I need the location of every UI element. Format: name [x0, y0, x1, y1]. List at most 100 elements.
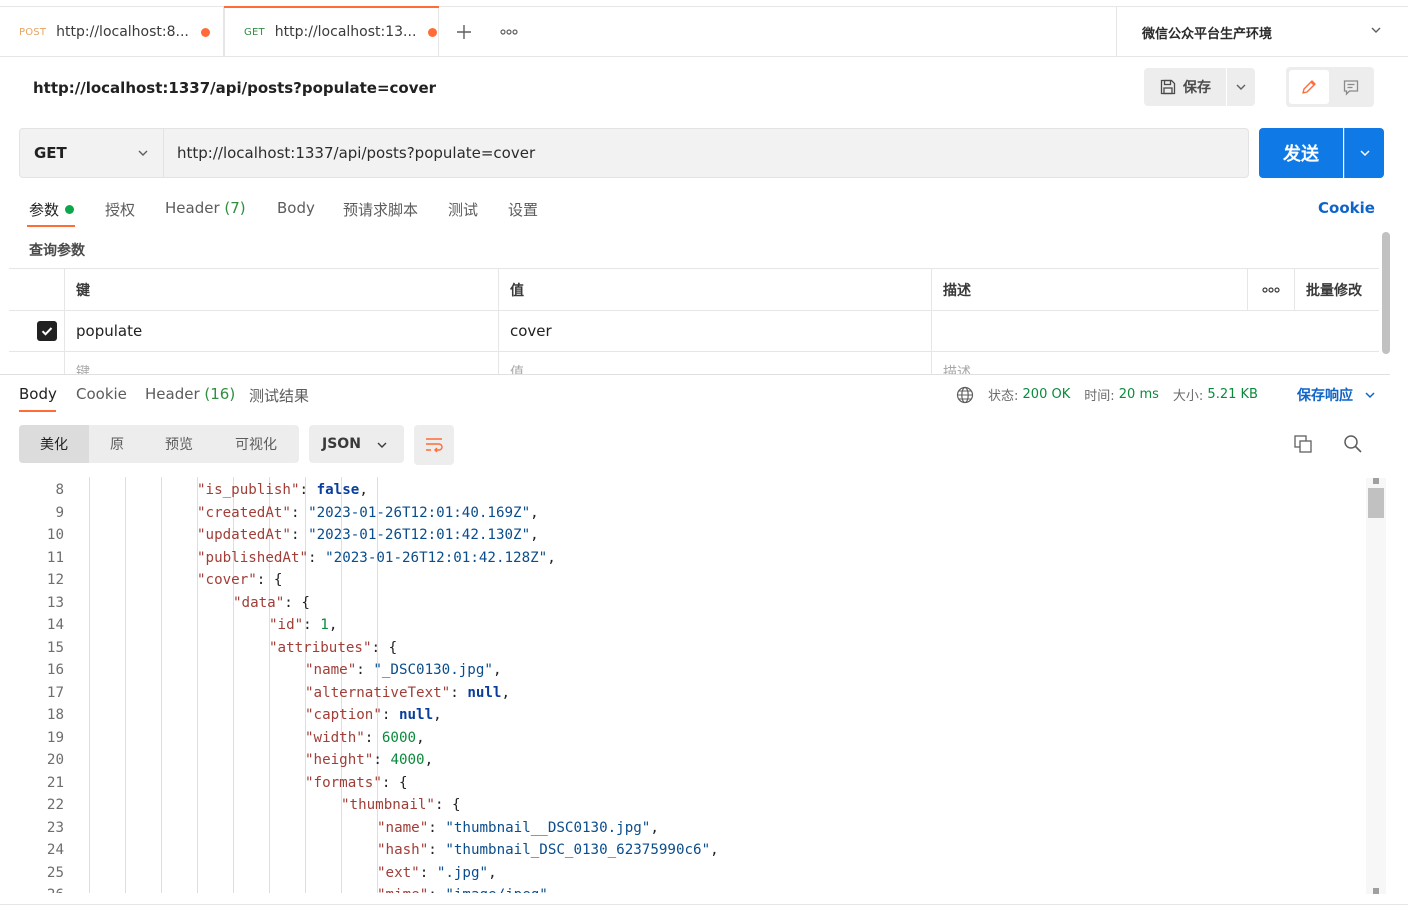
code-token: "name" — [305, 662, 357, 678]
code-token: : — [428, 819, 446, 836]
response-tab-headers[interactable]: Header (16) — [145, 385, 235, 403]
method-value: GET — [34, 144, 67, 162]
tab-tests[interactable]: 测试 — [448, 199, 478, 220]
unsaved-dot-icon — [428, 27, 438, 37]
tab-settings[interactable]: 设置 — [508, 199, 538, 220]
divider — [0, 904, 1408, 905]
code-token: : — [419, 864, 437, 881]
code-token: : — [381, 707, 399, 723]
code-line: 13 "data": { — [9, 592, 1366, 615]
tab-prerequest[interactable]: 预请求脚本 — [343, 199, 418, 220]
request-tab[interactable]: POST http://localhost:8... — [0, 7, 224, 57]
code-token: "width" — [305, 729, 365, 746]
row-checkbox[interactable] — [37, 321, 57, 341]
code-line: 23 "name": "thumbnail__DSC0130.jpg", — [9, 817, 1366, 840]
tab-title: http://localhost:13... — [274, 24, 417, 40]
save-dropdown-button[interactable] — [1227, 68, 1255, 106]
table-row: populate cover — [9, 311, 1379, 352]
more-icon[interactable] — [495, 7, 523, 57]
param-key-field[interactable]: populate — [64, 311, 498, 351]
code-text: "caption": null, — [305, 704, 442, 727]
time-value[interactable]: 20 ms — [1119, 387, 1159, 402]
code-token: , — [492, 662, 502, 678]
globe-icon[interactable] — [956, 386, 974, 404]
format-select[interactable]: JSON — [309, 425, 404, 463]
code-token: "image/jpeg" — [445, 887, 548, 893]
param-key-placeholder[interactable]: 键 — [64, 352, 498, 374]
url-input[interactable]: http://localhost:1337/api/posts?populate… — [164, 128, 1249, 178]
response-tab-body[interactable]: Body — [19, 385, 57, 403]
view-raw-button[interactable]: 原 — [89, 425, 145, 463]
scroll-down-arrow-icon[interactable] — [1373, 888, 1379, 894]
view-visualize-button[interactable]: 可视化 — [213, 425, 299, 463]
send-dropdown-button[interactable] — [1344, 128, 1384, 178]
pane-divider[interactable] — [0, 374, 1390, 375]
code-line: 19 "width": 6000, — [9, 727, 1366, 750]
code-text: "mime": "image/jpeg", — [377, 884, 556, 893]
chevron-down-icon — [1236, 84, 1246, 90]
method-select[interactable]: GET — [19, 128, 164, 178]
code-token: ".jpg" — [436, 864, 489, 881]
tab-body[interactable]: Body — [277, 199, 315, 217]
scrollbar-thumb[interactable] — [1368, 488, 1384, 518]
cookies-link[interactable]: Cookie — [1318, 199, 1375, 217]
save-response-label: 保存响应 — [1297, 388, 1353, 404]
wrap-icon[interactable] — [414, 425, 454, 465]
code-token: "thumbnail" — [341, 797, 435, 813]
view-pretty-button[interactable]: 美化 — [19, 425, 89, 463]
request-tab-active[interactable]: GET http://localhost:13... — [224, 6, 439, 57]
code-token: , — [328, 617, 338, 633]
plus-icon[interactable] — [450, 7, 478, 57]
chevron-down-icon — [1359, 150, 1370, 157]
more-icon[interactable] — [1247, 269, 1294, 310]
code-line: 15 "attributes": { — [9, 637, 1366, 660]
code-token: "height" — [305, 752, 374, 768]
view-toggle-group — [1286, 67, 1374, 107]
row-checkbox-cell — [9, 311, 64, 351]
code-text: "cover": { — [197, 569, 282, 592]
code-token: : { — [284, 594, 310, 611]
line-number: 16 — [46, 662, 64, 678]
body-view-selector: 美化 原 预览 可视化 — [19, 425, 299, 463]
status-value[interactable]: 200 OK — [1023, 387, 1071, 402]
scrollbar[interactable] — [1382, 232, 1390, 354]
tab-title: http://localhost:8... — [56, 24, 189, 40]
code-token: : — [290, 527, 309, 543]
view-preview-button[interactable]: 预览 — [145, 425, 213, 463]
code-token: null — [398, 707, 434, 723]
response-body-code[interactable]: 8 "is_publish": false, 9 "createdAt": "2023… — [9, 477, 1366, 893]
bulk-edit-button[interactable]: 批量修改 — [1294, 269, 1379, 310]
search-icon[interactable] — [1342, 433, 1364, 459]
line-number: 25 — [46, 864, 64, 881]
code-line: 16 "name": "_DSC0130.jpg", — [9, 659, 1366, 682]
size-value[interactable]: 5.21 KB — [1207, 387, 1258, 402]
code-token: "updatedAt" — [197, 527, 291, 543]
tab-params[interactable]: 参数 — [29, 199, 75, 220]
copy-icon[interactable] — [1292, 433, 1314, 459]
code-token: "data" — [233, 594, 285, 611]
response-tab-test-results[interactable]: 测试结果 — [249, 385, 309, 406]
request-title: http://localhost:1337/api/posts?populate… — [33, 79, 437, 97]
response-tab-cookies[interactable]: Cookie — [76, 385, 127, 403]
param-description-field[interactable] — [931, 311, 1379, 351]
code-line: 11 "publishedAt": "2023-01-26T12:01:42.12… — [9, 547, 1366, 570]
table-row-empty: 键 值 描述 — [9, 352, 1379, 374]
save-button[interactable]: 保存 — [1144, 68, 1226, 106]
code-token: : — [308, 549, 326, 566]
comment-icon[interactable] — [1330, 70, 1371, 104]
environment-selector[interactable]: 微信公众平台生产环境 — [1116, 7, 1408, 57]
checkmark-icon — [41, 327, 53, 336]
scrollbar-track[interactable] — [1366, 478, 1386, 894]
param-description-placeholder[interactable]: 描述 — [931, 352, 1379, 374]
save-response-button[interactable]: 保存响应 — [1297, 385, 1376, 405]
param-value-field[interactable]: cover — [498, 311, 931, 351]
tab-auth[interactable]: 授权 — [105, 199, 135, 220]
tab-method: GET — [244, 26, 265, 38]
scroll-up-arrow-icon[interactable] — [1373, 478, 1379, 484]
param-value-placeholder[interactable]: 值 — [498, 352, 931, 374]
send-button[interactable]: 发送 — [1259, 128, 1343, 178]
line-number: 9 — [55, 504, 64, 521]
line-number: 19 — [46, 729, 64, 746]
tab-headers[interactable]: Header (7) — [165, 199, 246, 217]
pencil-icon[interactable] — [1289, 70, 1329, 104]
